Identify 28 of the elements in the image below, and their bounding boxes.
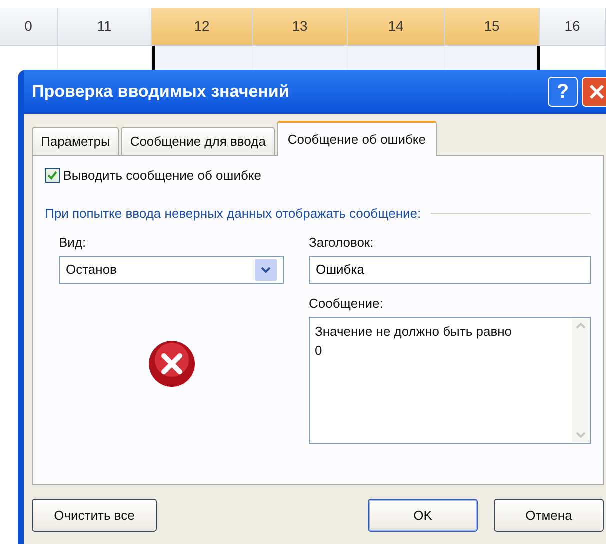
error-icon — [148, 340, 196, 388]
title-field[interactable]: Ошибка — [309, 256, 591, 284]
column-header[interactable]: 12 — [152, 8, 253, 45]
field-label: Вид: — [59, 234, 88, 252]
tab[interactable]: Сообщение об ошибке — [276, 120, 437, 156]
field-label: Заголовок: — [309, 234, 375, 252]
checkbox[interactable] — [45, 168, 60, 184]
tab[interactable]: Сообщение для ввода — [121, 126, 275, 155]
close-button[interactable] — [582, 77, 606, 107]
help-button[interactable]: ? — [548, 77, 578, 107]
checkbox-label[interactable]: Выводить сообщение об ошибке — [63, 166, 262, 186]
column-header[interactable]: 14 — [348, 8, 445, 45]
column-header[interactable]: 16 — [540, 8, 606, 45]
column-header[interactable]: 13 — [253, 8, 348, 45]
tab[interactable]: Параметры — [32, 126, 120, 155]
close-icon — [589, 84, 605, 100]
group-label: При попытке ввода неверных данных отображать сообщение: — [45, 204, 422, 223]
style-dropdown[interactable]: Останов — [59, 256, 284, 284]
dropdown-value: Останов — [66, 261, 117, 279]
selected-cell[interactable] — [445, 46, 540, 72]
dialog-button[interactable]: OK — [368, 499, 478, 532]
window-title: Проверка вводимых значений — [32, 81, 290, 104]
column-header[interactable]: 11 — [58, 8, 152, 45]
column-header[interactable]: 0 — [0, 8, 58, 45]
column-header[interactable]: 15 — [445, 8, 540, 45]
dialog-button[interactable]: Отмена — [494, 499, 604, 532]
field-label: Сообщение: — [309, 294, 384, 313]
dialog-button[interactable]: Очистить все — [32, 499, 157, 532]
